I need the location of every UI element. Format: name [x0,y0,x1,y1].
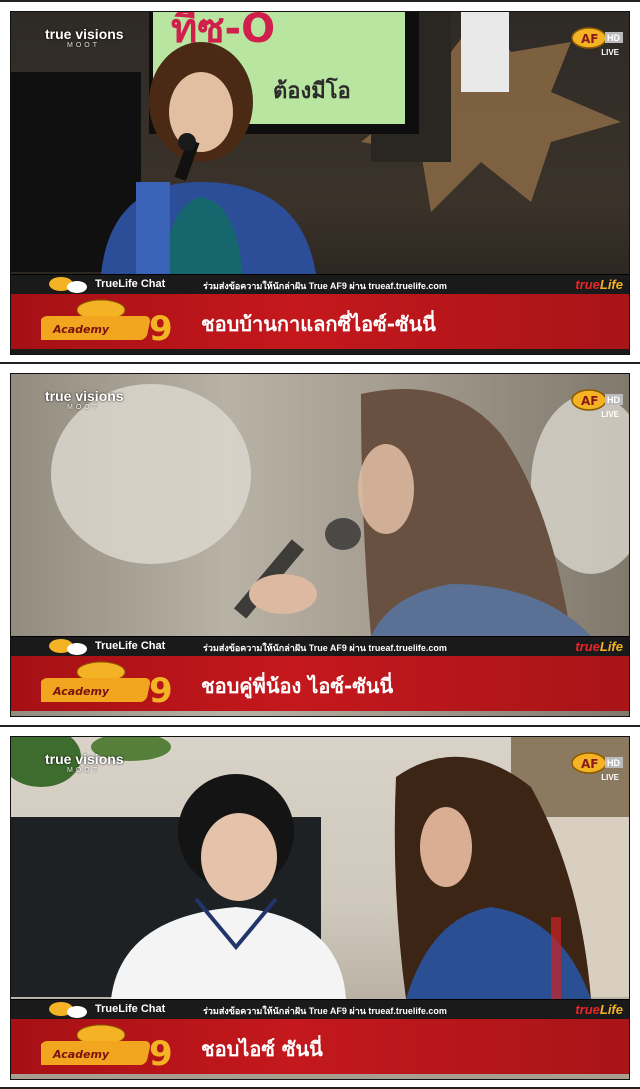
ticker-info-text: ร่วมส่งข้อความให้นักล่าฝัน True AF9 ผ่าน… [203,643,447,653]
ticker-info-bar: TrueLife Chat ร่วมส่งข้อความให้นักล่าฝัน… [11,274,629,295]
academy-fantasia-9-logo: Academy 9 [41,299,173,346]
svg-text:Academy: Academy [52,685,110,698]
truelife-chat-label: TrueLife Chat [95,640,166,652]
ticker-info-text: ร่วมส่งข้อความให้นักล่าฝัน True AF9 ผ่าน… [203,1006,447,1016]
video-frame-1: ทีซ-O ต้องมีโอ true visions MOOT AF HD L… [0,0,640,363]
truelife-chat-label: TrueLife Chat [95,278,166,290]
video-frame-3: true visions MOOT AF HD LIVE TrueLife Ch… [0,726,640,1089]
truelife-chat-label: TrueLife Chat [95,1003,166,1015]
svg-text:Academy: Academy [52,1048,110,1061]
video-screen: ทีซ-O ต้องมีโอ true visions MOOT AF HD L… [10,11,630,355]
svg-text:Academy: Academy [52,323,110,336]
svg-text:9: 9 [149,1034,173,1071]
ticker-info-bar: TrueLife Chat ร่วมส่งข้อความให้นักล่าฝัน… [11,999,629,1020]
ticker-message-bar: Academy 9 ชอบบ้านกาแลกซี่ไอซ์-ซันนี่ [11,294,629,349]
svg-text:HD: HD [607,395,620,405]
chat-bubbles-icon [49,1002,87,1018]
svg-text:9: 9 [149,309,173,346]
video-screen: true visions MOOT AF HD LIVE TrueLife Ch… [10,373,630,717]
chat-bubbles-icon [49,277,87,293]
live-label: LIVE [601,773,619,782]
svg-text:9: 9 [149,671,173,708]
truevisions-watermark: true visions MOOT [45,751,124,774]
chat-bubbles-icon [49,639,87,655]
svg-text:HD: HD [607,33,620,43]
live-label: LIVE [601,410,619,419]
sign-text: ต้องมีโอ [273,77,351,104]
svg-text:AF: AF [581,757,598,771]
video-screen: true visions MOOT AF HD LIVE TrueLife Ch… [10,736,630,1080]
ticker-info-bar: TrueLife Chat ร่วมส่งข้อความให้นักล่าฝัน… [11,636,629,657]
viewer-message: ชอบบ้านกาแลกซี่ไอซ์-ซันนี่ [201,312,436,336]
svg-text:AF: AF [581,394,598,408]
truevisions-watermark: true visions MOOT [45,388,124,411]
viewer-message: ชอบคู่พี่น้อง ไอซ์-ซันนี่ [201,674,394,698]
truevisions-watermark: true visions MOOT [45,26,124,49]
ticker-message-bar: Academy 9 ชอบคู่พี่น้อง ไอซ์-ซันนี่ [11,656,629,711]
live-label: LIVE [601,48,619,57]
truelife-brand-logo: trueLife [575,1002,623,1017]
svg-text:AF: AF [581,32,598,46]
academy-fantasia-9-logo: Academy 9 [41,661,173,708]
svg-text:HD: HD [607,758,620,768]
truelife-brand-logo: trueLife [575,277,623,292]
ticker-info-text: ร่วมส่งข้อความให้นักล่าฝัน True AF9 ผ่าน… [203,281,447,291]
video-frame-2: true visions MOOT AF HD LIVE TrueLife Ch… [0,363,640,726]
viewer-message: ชอบไอซ์ ซันนี่ [201,1037,323,1061]
truelife-brand-logo: trueLife [575,639,623,654]
ticker-message-bar: Academy 9 ชอบไอซ์ ซันนี่ [11,1019,629,1074]
academy-fantasia-9-logo: Academy 9 [41,1024,173,1071]
